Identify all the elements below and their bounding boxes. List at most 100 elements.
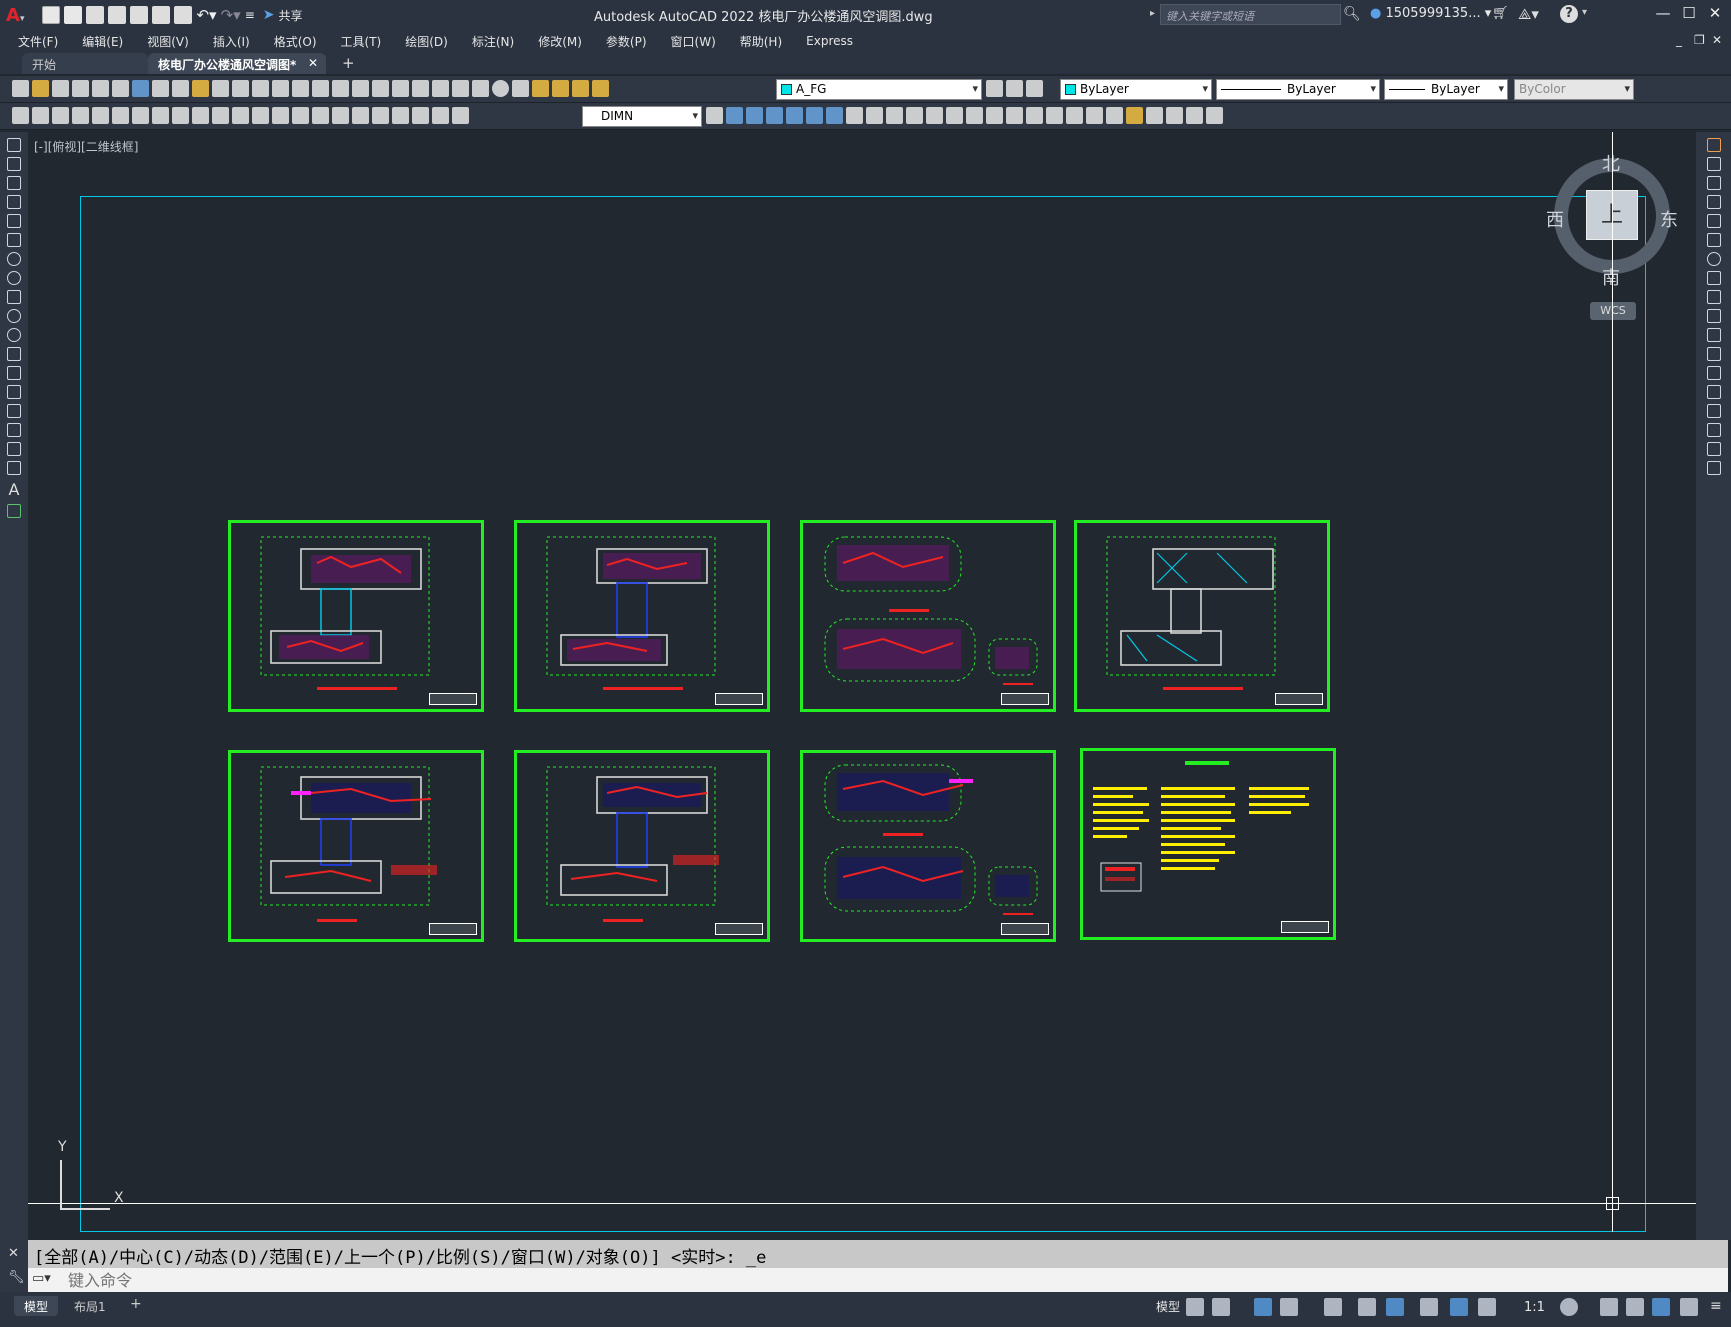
scale-icon[interactable] <box>1706 271 1721 285</box>
tolerance-icon[interactable] <box>332 107 349 124</box>
menu-format[interactable]: 格式(O) <box>274 33 317 50</box>
block-icon[interactable] <box>12 107 29 124</box>
extend-icon[interactable] <box>1706 328 1721 342</box>
cut-icon[interactable] <box>152 80 169 97</box>
drawing-sheet[interactable] <box>1074 520 1330 712</box>
wblock-icon[interactable] <box>32 107 49 124</box>
zoom-previous-icon[interactable] <box>352 80 369 97</box>
dim-update-icon[interactable] <box>452 107 469 124</box>
polar-tracking-icon[interactable] <box>1324 1298 1342 1316</box>
plot-preview-icon[interactable] <box>92 80 109 97</box>
lineweight-icon[interactable] <box>1420 1298 1438 1316</box>
undo-toolbar-icon[interactable] <box>252 80 269 97</box>
center-mark-icon[interactable] <box>352 107 369 124</box>
ucs-zaxis-icon[interactable] <box>986 107 1003 124</box>
mtext-icon[interactable]: A <box>9 480 20 499</box>
sheet-set-icon[interactable] <box>432 80 449 97</box>
insert-block-icon[interactable] <box>52 107 69 124</box>
menu-dimension[interactable]: 标注(N) <box>472 33 514 50</box>
search-input[interactable]: 键入关键字或短语 <box>1160 4 1341 25</box>
plot-icon[interactable] <box>174 6 193 24</box>
menu-modify[interactable]: 修改(M) <box>538 33 582 50</box>
model-space-toggle[interactable]: 模型 <box>1146 1296 1190 1316</box>
layer-vp-freeze-icon[interactable] <box>572 80 589 97</box>
spline-icon[interactable] <box>7 290 21 304</box>
3d-print-icon[interactable] <box>132 80 149 97</box>
ortho-icon[interactable] <box>1280 1298 1298 1316</box>
linetype-dropdown[interactable]: ByLayer ▾ <box>1216 79 1380 100</box>
plotstyle-dropdown[interactable]: ByColor ▾ <box>1514 79 1634 100</box>
draworder-below-icon[interactable] <box>786 107 803 124</box>
wrench-icon[interactable]: 🔧︎ <box>8 1270 25 1285</box>
drawing-sheet[interactable] <box>514 520 770 712</box>
help-dropdown-icon[interactable]: ▾ <box>1582 7 1587 18</box>
break-point-icon[interactable] <box>1706 347 1721 361</box>
construction-line-icon[interactable] <box>7 157 21 171</box>
qnew-icon[interactable] <box>12 80 29 97</box>
layer-states-icon[interactable] <box>1026 80 1043 97</box>
save-toolbar-icon[interactable] <box>52 80 69 97</box>
dim-angular-icon[interactable] <box>212 107 229 124</box>
text-to-front-icon[interactable] <box>806 107 823 124</box>
layout-icon[interactable] <box>1206 107 1223 124</box>
dim-continue-icon[interactable] <box>272 107 289 124</box>
zoom-window-icon[interactable] <box>332 80 349 97</box>
draworder-front-icon[interactable] <box>726 107 743 124</box>
doc-restore-button[interactable]: ❐ <box>1694 33 1705 47</box>
viewport-poly-icon[interactable] <box>1166 107 1183 124</box>
ucs-z-icon[interactable] <box>1066 107 1083 124</box>
ucs-y-icon[interactable] <box>1046 107 1063 124</box>
doc-close-button[interactable]: ✕ <box>1712 33 1722 47</box>
customize-qa-icon[interactable]: ≡ <box>245 8 255 22</box>
clean-screen-icon[interactable] <box>1680 1298 1698 1316</box>
publish-icon[interactable] <box>112 80 129 97</box>
undo-icon[interactable]: ↶▾ <box>196 6 216 24</box>
draworder-back-icon[interactable] <box>746 107 763 124</box>
tool-palettes-icon[interactable] <box>412 80 429 97</box>
redo-toolbar-icon[interactable] <box>272 80 289 97</box>
ucs-view-icon[interactable] <box>946 107 963 124</box>
menu-draw[interactable]: 绘图(D) <box>405 33 448 50</box>
command-input[interactable] <box>64 1268 1714 1292</box>
make-current-icon[interactable] <box>986 80 1003 97</box>
layer-lock-icon[interactable] <box>592 80 609 97</box>
dim-aligned-icon[interactable] <box>92 107 109 124</box>
open-file-icon[interactable] <box>64 6 83 24</box>
compass-east[interactable]: 东 <box>1660 206 1678 232</box>
viewport-object-icon[interactable] <box>1186 107 1203 124</box>
erase-icon[interactable] <box>1706 138 1721 152</box>
menu-window[interactable]: 窗口(W) <box>671 33 716 50</box>
help-toolbar-icon[interactable] <box>492 80 509 97</box>
plot-toolbar-icon[interactable] <box>72 80 89 97</box>
autocad-logo-icon[interactable]: A▾ <box>6 5 24 26</box>
share-button[interactable]: 共享 <box>278 7 302 24</box>
menu-help[interactable]: 帮助(H) <box>740 33 782 50</box>
ucs-apply-icon[interactable] <box>1086 107 1103 124</box>
compass-west[interactable]: 西 <box>1546 206 1564 232</box>
table-icon[interactable] <box>7 461 21 475</box>
ellipse-icon[interactable] <box>7 309 21 323</box>
jogged-linear-icon[interactable] <box>392 107 409 124</box>
add-layout-button[interactable]: + <box>120 1296 152 1316</box>
user-account[interactable]: ● 1505999135... ▾ <box>1370 6 1491 21</box>
inspection-icon[interactable] <box>372 107 389 124</box>
ucs-3point-icon[interactable] <box>1006 107 1023 124</box>
dim-diameter-icon[interactable] <box>192 107 209 124</box>
annotation-visibility-icon[interactable] <box>1450 1298 1468 1316</box>
copy-icon[interactable] <box>172 80 189 97</box>
ucs-x-icon[interactable] <box>1026 107 1043 124</box>
drawing-sheet[interactable] <box>800 520 1056 712</box>
command-prompt-icon[interactable]: ▭▾ <box>32 1271 51 1286</box>
redo-icon[interactable]: ↷▾ <box>221 6 241 24</box>
trim-icon[interactable] <box>1706 309 1721 323</box>
rectangle-icon[interactable] <box>7 214 21 228</box>
workspace-gear-icon[interactable] <box>1560 1298 1578 1316</box>
dimstyle-dropdown[interactable]: DIMN ▾ <box>582 106 702 127</box>
menu-tools[interactable]: 工具(T) <box>341 33 382 50</box>
ucs-world-icon[interactable] <box>866 107 883 124</box>
drawing-sheet[interactable] <box>228 750 484 942</box>
layer-on-icon[interactable] <box>532 80 549 97</box>
quick-dim-icon[interactable] <box>232 107 249 124</box>
match-prop-icon[interactable] <box>212 80 229 97</box>
search-icon[interactable]: 🔍︎ <box>1343 6 1361 22</box>
